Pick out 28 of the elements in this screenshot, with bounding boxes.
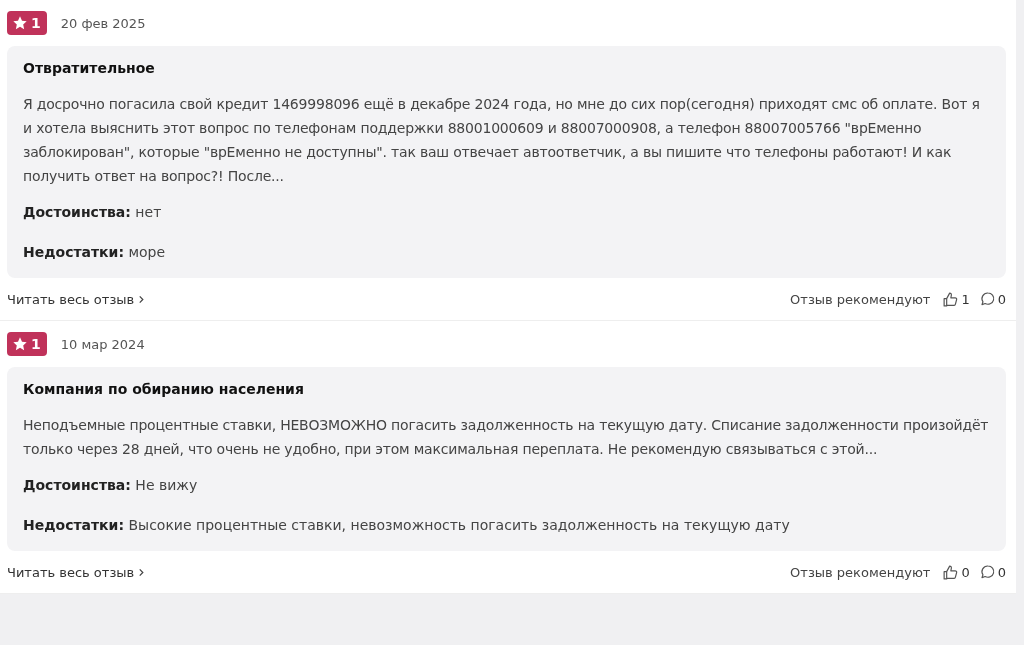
recommend-label: Отзыв рекомендуют	[790, 564, 931, 580]
recommend-label: Отзыв рекомендуют	[790, 291, 931, 307]
review-text: Неподъемные процентные ставки, НЕВОЗМОЖНО погасить задолженность на текущую дату. Списание задолженности произойдёт только через 28 дней, что очень не удобно, при этом максимальная переплата. Не рекомендую связываться с этой...	[23, 416, 990, 459]
review-title: Отвратительное	[23, 60, 156, 76]
comments-button[interactable]: 0	[979, 291, 1006, 307]
review-cons: Недостатки: Высокие процентные ставки, невозможность погасить задолженность на текущую дату	[23, 516, 791, 535]
chevron-right-icon	[138, 294, 146, 304]
rating-badge: 1	[7, 332, 47, 356]
review-date: 10 мар 2024	[60, 336, 145, 352]
star-icon	[12, 15, 28, 31]
comment-icon	[979, 291, 996, 307]
review-date: 20 фев 2025	[60, 15, 146, 31]
like-button[interactable]: 0	[942, 563, 970, 581]
review-title: Компания по обиранию населения	[23, 381, 305, 397]
review-pros: Достоинства: нет	[23, 203, 163, 222]
review-cons: Недостатки: море	[23, 243, 167, 262]
thumbs-up-icon	[942, 290, 960, 308]
comments-button[interactable]: 0	[979, 564, 1006, 580]
review-text: Я досрочно погасила свой кредит 1469998096 ещё в декабре 2024 года, но мне до сих пор(сегодня) приходят смс об оплате. Вот я и хотела выяснить этот вопрос по телефонам поддержки 88001000609 и 88007000908, а телефон 88007005766 "врЕменно заблокирован", которые "врЕменно не доступны". так ваш отвечает автоответчик, а вы пишите что телефоны работают! И как получить ответ на вопрос?! После...	[23, 95, 981, 186]
star-icon	[12, 336, 28, 352]
read-more-link[interactable]: Читать весь отзыв	[7, 291, 146, 307]
read-more-link[interactable]: Читать весь отзыв	[7, 564, 146, 580]
review-pros: Достоинства: Не вижу	[23, 476, 199, 495]
thumbs-up-icon	[942, 563, 960, 581]
rating-badge: 1	[7, 11, 47, 35]
chevron-right-icon	[138, 567, 146, 577]
comment-icon	[979, 564, 996, 580]
like-button[interactable]: 1	[942, 290, 970, 308]
